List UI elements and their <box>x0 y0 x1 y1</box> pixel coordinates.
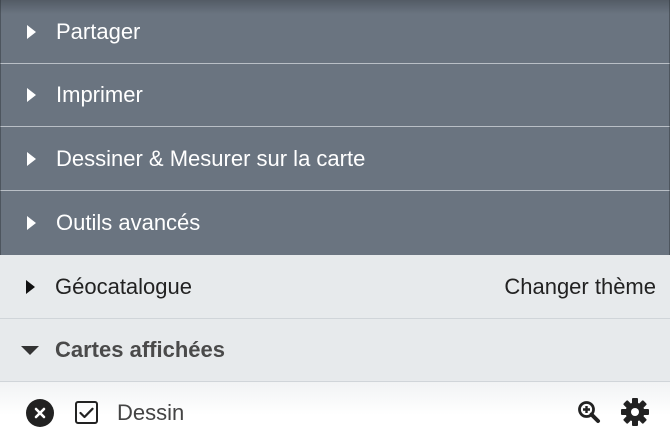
caret-right-icon <box>27 88 36 102</box>
gear-icon[interactable] <box>620 397 650 427</box>
remove-layer-button[interactable] <box>26 399 54 427</box>
menu-item-label: Imprimer <box>56 82 143 107</box>
menu-item-print[interactable]: Imprimer <box>0 64 670 127</box>
layer-visibility-checkbox[interactable] <box>75 401 98 424</box>
menu-item-advanced-tools[interactable]: Outils avancés <box>0 191 670 255</box>
menu-item-share[interactable]: Partager <box>0 0 670 64</box>
menu-item-draw-measure[interactable]: Dessiner & Mesurer sur la carte <box>0 127 670 191</box>
menu-item-label: Partager <box>56 18 141 44</box>
checkmark-icon <box>79 407 94 418</box>
section-geocatalog[interactable]: Géocatalogue Changer thème <box>0 255 670 319</box>
caret-right-icon <box>27 151 36 166</box>
caret-right-icon <box>27 216 36 230</box>
section-label: Géocatalogue <box>55 273 192 299</box>
close-icon <box>34 407 46 419</box>
menu-item-label: Outils avancés <box>56 210 201 235</box>
layer-name: Dessin <box>117 400 185 425</box>
layer-item: Dessin <box>0 382 670 442</box>
change-theme-button[interactable]: Changer thème <box>504 274 656 300</box>
layer-row-background <box>0 382 670 442</box>
section-displayed-maps[interactable]: Cartes affichées <box>0 319 670 382</box>
caret-down-icon <box>21 345 39 355</box>
zoom-in-icon[interactable] <box>576 399 602 425</box>
caret-right-icon <box>26 279 35 294</box>
menu-item-label: Dessiner & Mesurer sur la carte <box>56 145 366 171</box>
menu-panel: Partager Imprimer Dessiner & Mesurer sur… <box>0 0 670 442</box>
caret-right-icon <box>27 24 36 39</box>
section-label: Cartes affichées <box>55 337 225 362</box>
